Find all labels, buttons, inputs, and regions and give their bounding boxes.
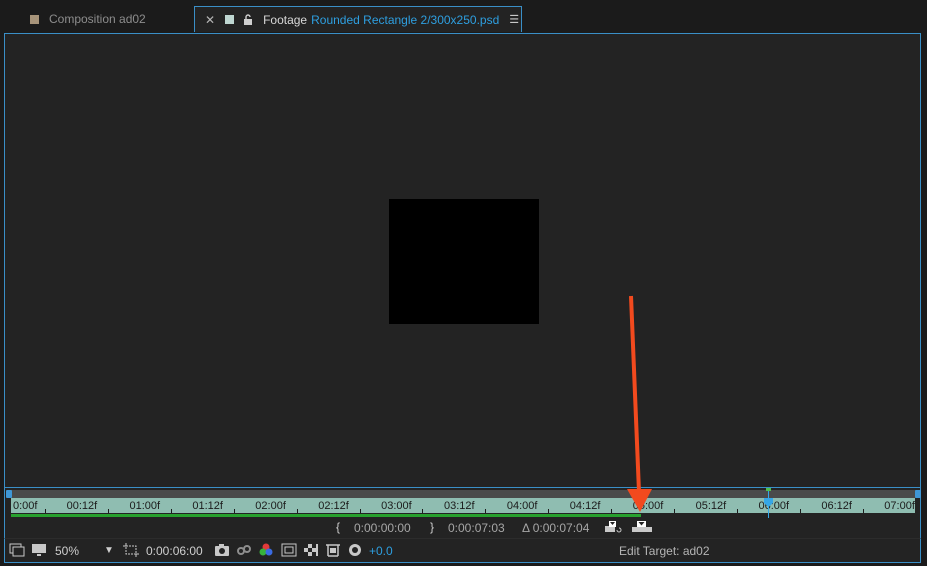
- exposure-value[interactable]: +0.0: [369, 544, 393, 558]
- ruler-tick-label: 04:00f: [506, 500, 538, 512]
- tab-composition-label: Composition ad02: [49, 12, 146, 26]
- always-preview-icon[interactable]: [9, 543, 25, 557]
- ruler-tick-label: 01:12f: [192, 500, 223, 512]
- ruler-tick-mark: [233, 509, 235, 513]
- footage-preview-image: [389, 199, 539, 324]
- edit-target-label: Edit Target: ad02: [619, 544, 710, 558]
- ruler-tick-label: 00:12f: [66, 500, 98, 512]
- ruler-tick-mark: [170, 509, 172, 513]
- viewer-toolbar: 50% ▼ 0:00:06:00 +0.0 Edit Target: ad02: [4, 538, 921, 563]
- time-ruler[interactable]: 0:00f 00:12f 01:00f 01:12f 02:00f 02:12f 03:00…: [4, 488, 927, 522]
- snapshot-camera-icon[interactable]: [214, 543, 230, 557]
- grid-guides-icon[interactable]: [325, 543, 341, 557]
- ruler-tick-mark: [548, 509, 550, 513]
- ruler-tick-mark: [925, 509, 927, 513]
- ruler-tick-mark: [45, 509, 46, 513]
- overlay-edit-icon[interactable]: [632, 521, 652, 533]
- zoom-level[interactable]: 50%: [55, 544, 79, 558]
- exposure-reset-icon[interactable]: [347, 543, 363, 557]
- ruler-tick-mark: [485, 509, 487, 513]
- channel-rgb-icon[interactable]: [258, 543, 274, 557]
- ruler-tick-mark: [674, 509, 675, 513]
- ruler-tick-label: 01:00f: [129, 500, 161, 512]
- in-point-time[interactable]: 0:00:00:00: [354, 521, 411, 535]
- monitor-icon[interactable]: [31, 543, 47, 557]
- ruler-tick-label: 0:00f: [13, 500, 38, 512]
- resolution-icon[interactable]: [281, 543, 297, 557]
- ruler-tick-label: 03:12f: [444, 500, 475, 512]
- tab-footage[interactable]: ✕ Footage Rounded Rectangle 2/300x250.ps…: [194, 6, 522, 32]
- ruler-tick-mark: [359, 509, 361, 513]
- tab-footage-filename: Rounded Rectangle 2/300x250.psd: [311, 12, 500, 27]
- lock-icon[interactable]: [243, 13, 257, 26]
- panel-menu-icon[interactable]: ☰: [509, 13, 519, 26]
- ruler-tick-mark: [422, 509, 424, 513]
- ruler-tick-label: 05:00f: [632, 500, 664, 512]
- region-of-interest-icon[interactable]: [123, 543, 139, 557]
- ruler-tick-label: 07:00f: [884, 500, 915, 512]
- ruler-tick-mark: [862, 509, 864, 513]
- ruler-tick-label: 05:12f: [695, 500, 727, 512]
- duration-time: Δ 0:00:07:04: [522, 521, 590, 535]
- set-out-point-icon[interactable]: }: [430, 520, 434, 534]
- navigator-end-handle[interactable]: [915, 490, 921, 498]
- ruler-tick-label: 06:00f: [758, 500, 790, 512]
- in-out-row: { 0:00:00:00 } 0:00:07:03 Δ 0:00:07:04: [4, 518, 921, 538]
- ruler-tick-label: 03:00f: [381, 500, 412, 512]
- ruler-tick-mark: [736, 509, 738, 513]
- ripple-insert-edit-icon[interactable]: [605, 521, 623, 533]
- set-in-point-icon[interactable]: {: [336, 520, 340, 534]
- tab-footage-label: Footage: [263, 12, 308, 27]
- transparency-grid-icon[interactable]: [303, 543, 319, 557]
- ruler-tick-label: 02:12f: [318, 500, 349, 512]
- ruler-tick-mark: [799, 509, 801, 513]
- footage-viewer[interactable]: [4, 33, 921, 488]
- ruler-tick-mark: [611, 509, 613, 513]
- composition-color-swatch-icon: [30, 14, 39, 24]
- current-time-display[interactable]: 0:00:06:00: [146, 544, 203, 558]
- close-tab-icon[interactable]: ✕: [205, 13, 215, 27]
- show-snapshot-icon[interactable]: [236, 543, 252, 557]
- footage-color-swatch-icon: [225, 15, 235, 24]
- ruler-tick-mark: [296, 509, 298, 513]
- out-point-time[interactable]: 0:00:07:03: [448, 521, 505, 535]
- ruler-tick-label: 06:12f: [821, 500, 852, 512]
- ruler-tick-label: 04:12f: [569, 500, 601, 512]
- ruler-tick-mark: [107, 509, 109, 513]
- ruler-tick-label: 02:00f: [255, 500, 286, 512]
- work-area-bar[interactable]: [11, 514, 641, 517]
- time-navigator-bar[interactable]: [7, 490, 916, 498]
- panel-tab-bar: Composition ad02 ✕ Footage Rounded Recta…: [0, 0, 927, 33]
- navigator-start-handle[interactable]: [6, 490, 12, 498]
- zoom-dropdown-icon[interactable]: ▼: [104, 545, 114, 556]
- tab-composition[interactable]: Composition ad02: [18, 6, 188, 32]
